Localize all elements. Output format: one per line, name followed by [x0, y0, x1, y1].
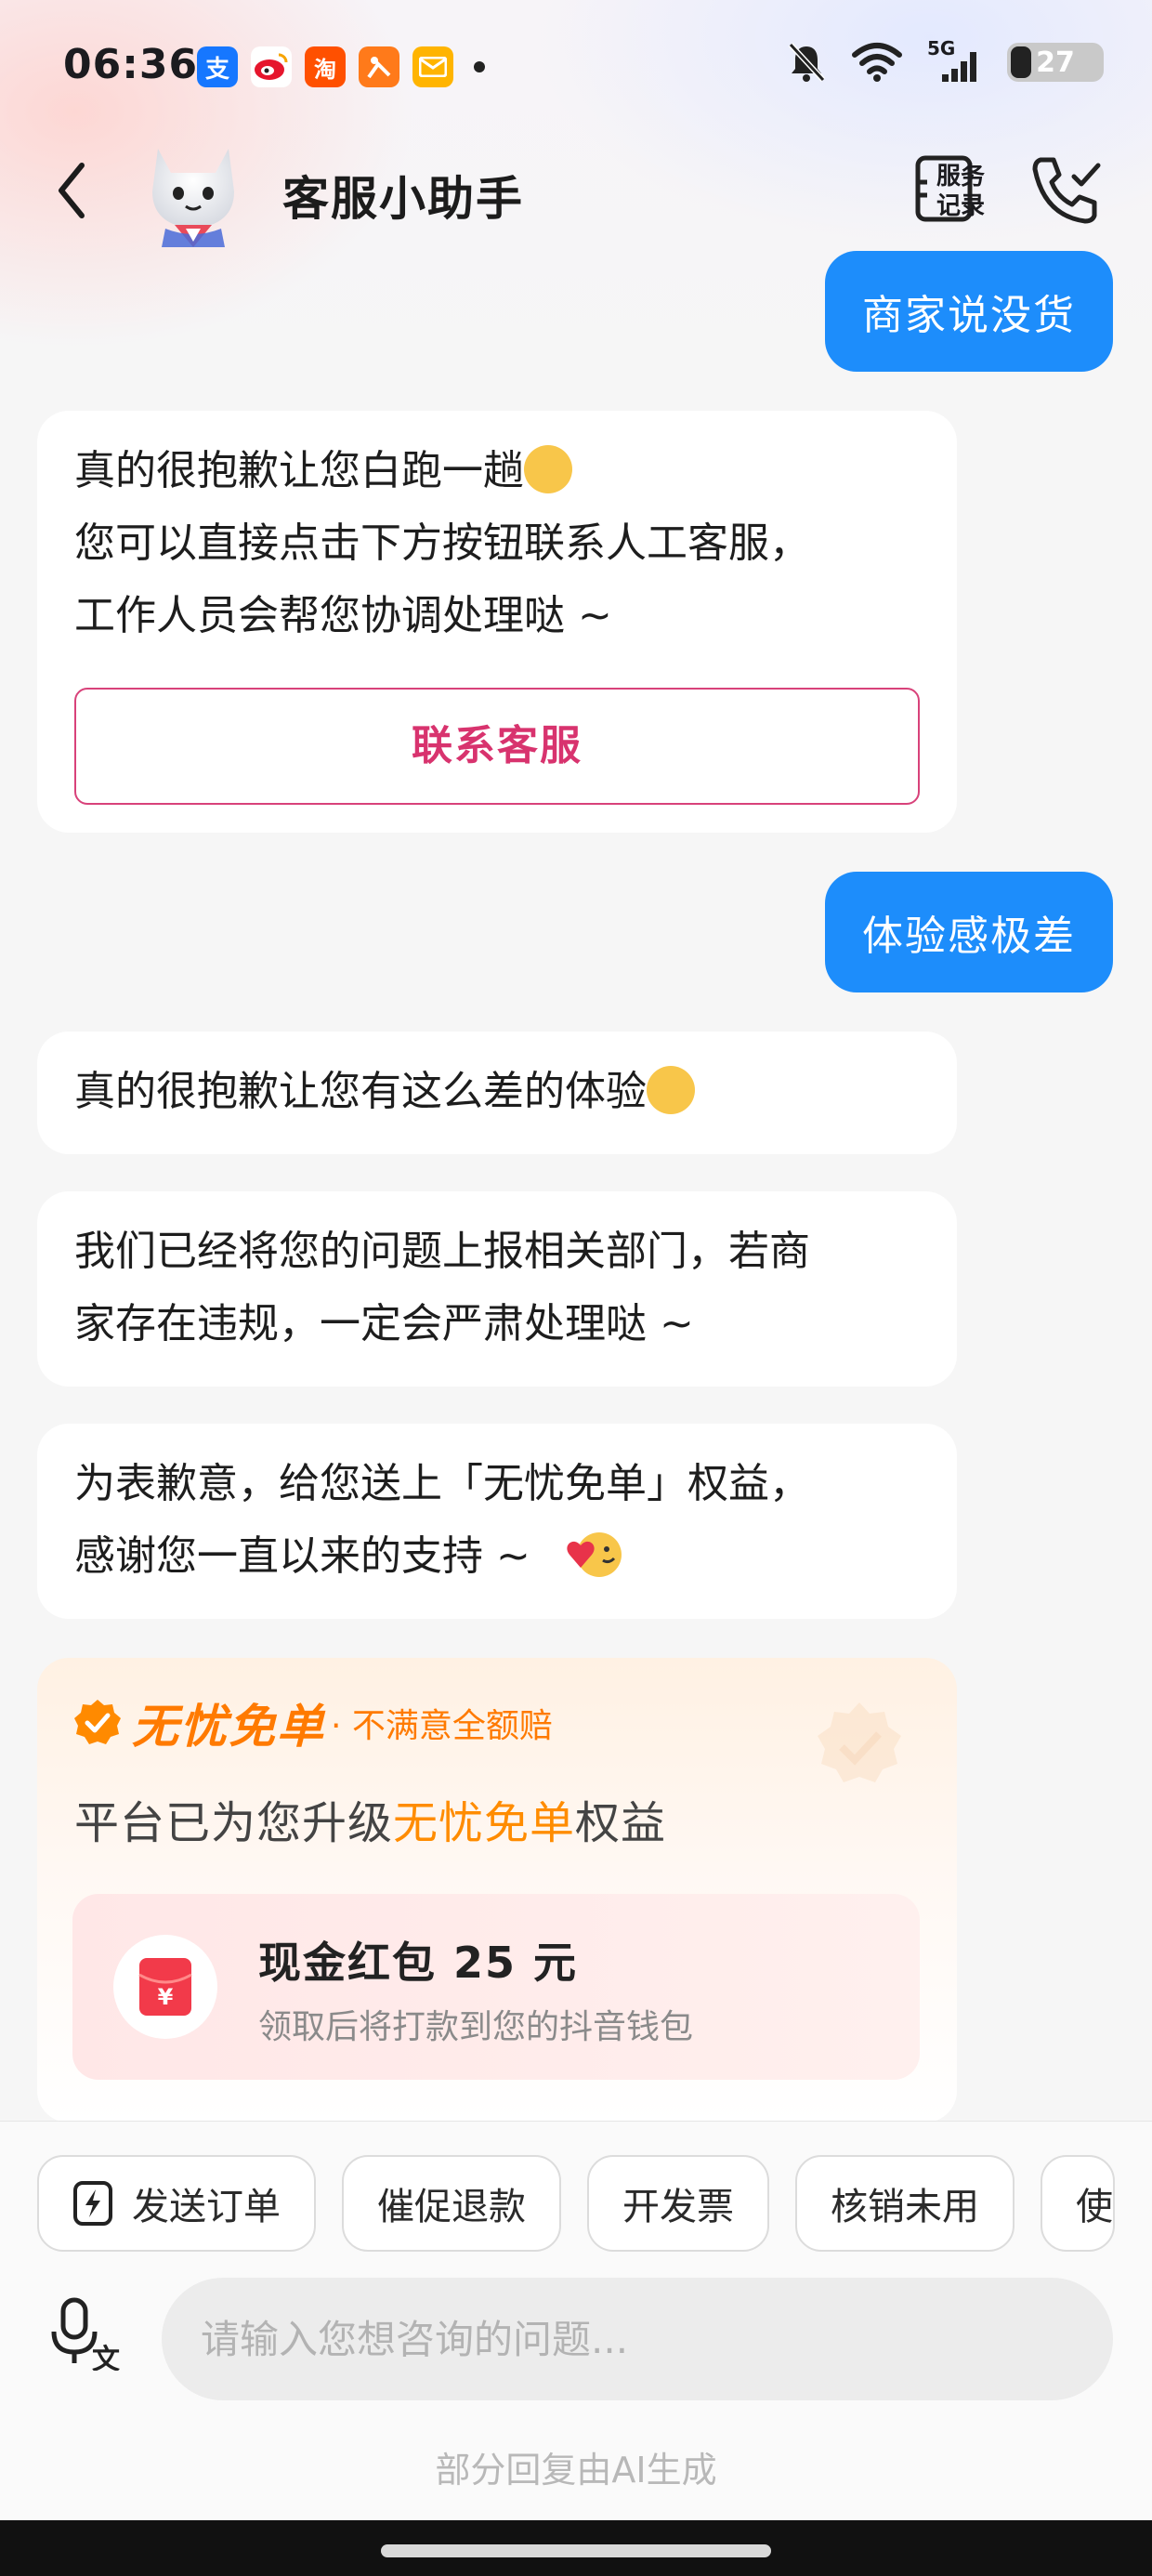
message-text: 工作人员会帮您协调处理哒 ~	[74, 592, 612, 639]
quick-action-urge-refund[interactable]: 催促退款	[342, 2155, 561, 2252]
user-message-bubble: 商家说没货	[825, 251, 1113, 372]
user-message-bubble: 体验感极差	[825, 872, 1113, 992]
bot-message-bubble: 真的很抱歉让您白跑一趟 您可以直接点击下方按钮联系人工客服， 工作人员会帮您协调…	[37, 411, 957, 833]
alipay-icon: 支	[197, 46, 238, 87]
taobao-icon: 淘	[305, 46, 346, 87]
message-text: 您可以直接点击下方按钮联系人工客服，	[74, 519, 810, 567]
message-text: 体验感极差	[862, 913, 1076, 960]
ai-disclaimer: 部分回复由AI生成	[435, 2450, 717, 2491]
message-text: 商家说没货	[862, 292, 1076, 339]
signal-5g-icon: 5G	[927, 37, 983, 84]
service-records-button[interactable]: 服务 记录	[914, 152, 994, 227]
heart-hug-emoji-icon	[567, 1532, 622, 1577]
assistant-avatar[interactable]	[137, 132, 249, 247]
quick-action-send-order[interactable]: 发送订单	[37, 2155, 316, 2252]
benefit-description: 平台已为您升级无忧免单权益	[74, 1797, 667, 1849]
red-packet-item[interactable]: ¥ 现金红包 25 元 领取后将打款到您的抖音钱包	[72, 1894, 920, 2080]
order-lightning-icon	[73, 2181, 112, 2226]
xianyu-icon	[359, 46, 399, 87]
bottom-input-panel: 发送订单 催促退款 开发票 核销未用 使 文 部分回复由AI生成	[0, 2121, 1152, 2521]
bell-muted-icon	[788, 42, 826, 83]
sad-face-emoji-icon	[647, 1066, 695, 1114]
quick-action-bar[interactable]: 发送订单 催促退款 开发票 核销未用 使	[37, 2155, 1115, 2252]
contact-service-button[interactable]: 联系客服	[74, 688, 920, 805]
message-text: 为表歉意，给您送上「无忧免单」权益，	[74, 1460, 810, 1507]
message-text: 我们已经将您的问题上报相关部门，若商	[74, 1228, 810, 1275]
voice-input-icon[interactable]: 文	[48, 2296, 124, 2371]
system-nav-bar	[0, 2520, 1152, 2576]
quick-action-invoice[interactable]: 开发票	[587, 2155, 769, 2252]
weibo-icon	[251, 46, 292, 87]
mail-icon	[412, 46, 453, 87]
service-records-label: 服务 记录	[936, 163, 986, 220]
wifi-icon	[852, 43, 902, 82]
quick-action-verify-unused[interactable]: 核销未用	[795, 2155, 1015, 2252]
notification-icons: 支 淘	[197, 46, 485, 87]
more-notifications-dot	[474, 61, 485, 72]
phone-call-icon[interactable]	[1028, 154, 1104, 225]
battery-level: 27	[1036, 46, 1075, 79]
watermark-badge-icon	[818, 1702, 901, 1782]
page-title: 客服小助手	[282, 172, 524, 226]
status-time: 06:36	[63, 41, 199, 88]
red-packet-title: 现金红包 25 元	[258, 1938, 579, 1988]
red-packet-icon: ¥	[113, 1935, 217, 2039]
red-packet-description: 领取后将打款到您的抖音钱包	[258, 2008, 694, 2046]
message-text: 感谢您一直以来的支持 ~	[74, 1532, 530, 1580]
message-text: 真的很抱歉让您白跑一趟	[74, 447, 524, 494]
svg-text:文: 文	[92, 2344, 120, 2371]
back-arrow-icon[interactable]	[52, 158, 89, 223]
sad-face-emoji-icon	[524, 445, 572, 493]
message-text: 真的很抱歉让您有这么差的体验	[74, 1068, 647, 1115]
benefit-subtitle: · 不满意全额赔	[331, 1707, 553, 1745]
benefit-tag: 无忧免单	[132, 1700, 325, 1754]
bot-message-bubble: 我们已经将您的问题上报相关部门，若商 家存在违规，一定会严肃处理哒 ~	[37, 1191, 957, 1387]
battery-icon: 27	[1007, 43, 1104, 82]
home-gesture-handle[interactable]	[381, 2544, 771, 2557]
svg-text:¥: ¥	[158, 1984, 174, 2010]
message-input[interactable]	[162, 2278, 1113, 2400]
status-bar: 06:36 支 淘 5G 27	[0, 0, 1152, 139]
benefit-card-header: 无忧免单 · 不满意全额赔	[72, 1689, 553, 1756]
chat-header: 客服小助手 服务 记录	[0, 130, 1152, 251]
system-icons: 5G 27	[786, 37, 1104, 84]
verified-badge-icon	[74, 1700, 121, 1744]
bot-message-bubble: 为表歉意，给您送上「无忧免单」权益， 感谢您一直以来的支持 ~	[37, 1424, 957, 1619]
bot-message-bubble: 真的很抱歉让您有这么差的体验	[37, 1032, 957, 1154]
quick-action-more[interactable]: 使	[1041, 2155, 1115, 2252]
message-text: 家存在违规，一定会严肃处理哒 ~	[74, 1300, 694, 1347]
benefit-card[interactable]: 无忧免单 · 不满意全额赔 平台已为您升级无忧免单权益 ¥ 现金红包 25 元 …	[37, 1658, 957, 2123]
